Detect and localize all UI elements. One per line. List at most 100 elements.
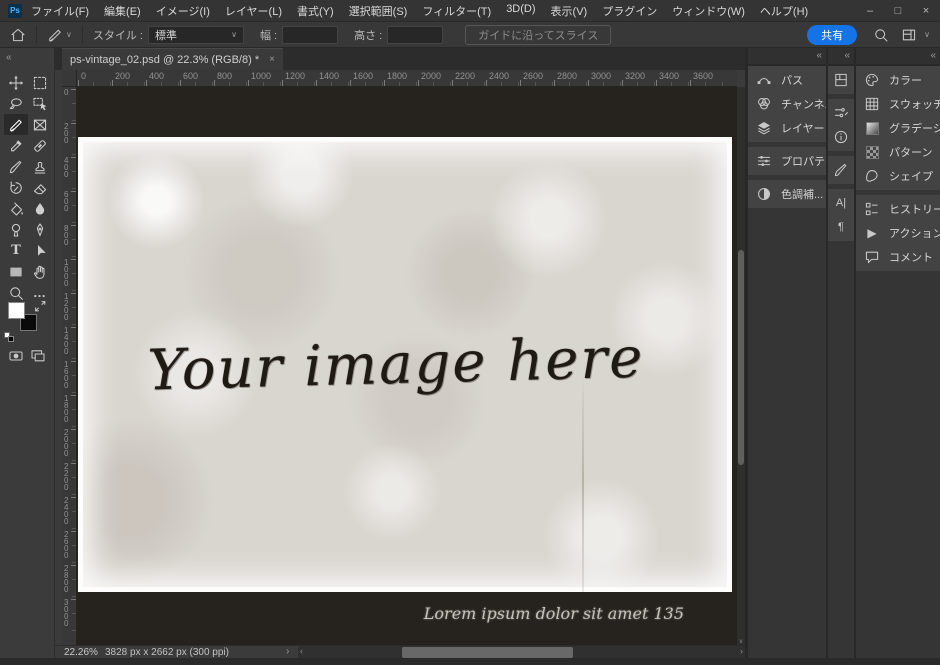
type-tool-icon[interactable]: T xyxy=(4,240,28,261)
blur-tool-icon[interactable] xyxy=(28,198,52,219)
menu-item-0[interactable]: ファイル(F) xyxy=(31,3,89,19)
scroll-left-icon[interactable]: ‹ xyxy=(300,646,303,656)
marquee-tool-icon[interactable] xyxy=(28,72,52,93)
zoom-level[interactable]: 22.26% xyxy=(64,647,98,658)
quick-mask-icon[interactable] xyxy=(8,348,24,364)
menu-item-5[interactable]: 選択範囲(S) xyxy=(349,3,408,19)
panel-button-gradients[interactable]: グラデーシ... xyxy=(856,116,940,140)
style-select[interactable]: 標準 ∨ xyxy=(147,25,244,44)
menu-item-10[interactable]: ウィンドウ(W) xyxy=(672,3,745,19)
image-headline-text: Your image here xyxy=(146,325,646,404)
panel-button-swatches[interactable]: スウォッチ xyxy=(856,92,940,116)
close-button[interactable]: × xyxy=(912,5,940,17)
panel-button-paragraph[interactable]: ¶ xyxy=(828,215,854,239)
spot-healing-tool-icon[interactable] xyxy=(28,135,52,156)
panel-button-adjustments[interactable]: 色調補... xyxy=(748,182,826,206)
panel-label: パス xyxy=(781,75,803,87)
history-brush-tool-icon[interactable] xyxy=(4,177,28,198)
close-tab-icon[interactable]: × xyxy=(269,54,275,65)
menu-item-3[interactable]: レイヤー(L) xyxy=(225,3,282,19)
menu-item-11[interactable]: ヘルプ(H) xyxy=(760,3,808,19)
collapse-panels-icon[interactable]: « xyxy=(844,50,850,61)
slice-tool-icon[interactable] xyxy=(4,114,28,135)
ruler-tick-label: 2400 xyxy=(486,71,509,86)
dock-header: « xyxy=(828,48,854,64)
menu-item-1[interactable]: 編集(E) xyxy=(104,3,141,19)
eyedropper-tool-icon[interactable] xyxy=(4,135,28,156)
collapse-toolbar-icon[interactable]: « xyxy=(6,52,12,63)
panel-button-patterns[interactable]: パターン xyxy=(856,140,940,164)
workspace-switcher-icon[interactable] xyxy=(901,27,917,43)
panel-button-channels[interactable]: チャンネ... xyxy=(748,92,826,116)
screen-mode-icon[interactable] xyxy=(30,348,46,364)
document-tab[interactable]: ps-vintage_02.psd @ 22.3% (RGB/8) * × xyxy=(62,48,283,70)
vertical-scrollbar[interactable]: ∨ xyxy=(737,87,745,645)
collapse-panels-icon[interactable]: « xyxy=(930,50,936,61)
path-selection-tool-icon[interactable] xyxy=(28,240,52,261)
share-button[interactable]: 共有 xyxy=(807,24,858,45)
minimize-button[interactable]: – xyxy=(856,5,884,17)
hand-tool-icon[interactable] xyxy=(28,261,52,282)
dock-column-icons: « A| ¶ xyxy=(828,48,854,658)
panel-button-libraries[interactable] xyxy=(828,68,854,92)
ruler-tick-label: 200 xyxy=(64,123,76,145)
panel-button-character[interactable]: A| xyxy=(828,191,854,215)
panel-button-history[interactable]: ヒストリー xyxy=(856,197,940,221)
slice-width-input[interactable] xyxy=(282,25,339,44)
panel-label: ヒストリー xyxy=(889,204,940,216)
panel-button-layers[interactable]: レイヤー xyxy=(748,116,826,140)
object-selection-tool-icon[interactable] xyxy=(28,93,52,114)
slices-from-guides-button[interactable]: ガイドに沿ってスライス xyxy=(465,24,612,45)
default-colors-icon[interactable] xyxy=(4,332,14,342)
ruler-corner xyxy=(62,70,77,87)
panel-button-paths[interactable]: パス xyxy=(748,68,826,92)
panel-button-brush-settings[interactable] xyxy=(828,101,854,125)
menu-items: ファイル(F) 編集(E) イメージ(I) レイヤー(L) 書式(Y) 選択範囲(S) フィ… xyxy=(31,3,808,19)
canvas-viewport[interactable]: Your image here Lorem ipsum dolor sit am… xyxy=(77,87,737,645)
rectangle-tool-icon[interactable] xyxy=(4,261,28,282)
channels-icon xyxy=(755,96,773,112)
scroll-down-icon[interactable]: ∨ xyxy=(737,638,745,645)
chevron-down-icon: ∨ xyxy=(231,30,237,39)
menu-item-6[interactable]: フィルター(T) xyxy=(422,3,491,19)
horizontal-scrollbar-thumb[interactable] xyxy=(402,647,573,658)
vertical-scrollbar-thumb[interactable] xyxy=(738,250,744,465)
maximize-button[interactable]: □ xyxy=(884,5,912,17)
brush-tool-icon[interactable] xyxy=(4,156,28,177)
menu-item-9[interactable]: プラグイン xyxy=(602,3,657,19)
menu-item-8[interactable]: 表示(V) xyxy=(551,3,588,19)
options-bar: ∨ スタイル : 標準 ∨ 幅 : 高さ : ガイドに沿ってスライス 共有 ∨ xyxy=(0,22,940,48)
home-icon[interactable] xyxy=(10,27,26,43)
frame-tool-icon[interactable] xyxy=(28,114,52,135)
swap-colors-icon[interactable] xyxy=(32,298,48,314)
panel-button-brushes[interactable] xyxy=(828,158,854,182)
panel-button-comments[interactable]: コメント xyxy=(856,245,940,269)
slice-height-input[interactable] xyxy=(387,25,444,44)
ruler-tick-label: 1800 xyxy=(64,395,76,424)
lasso-tool-icon[interactable] xyxy=(4,93,28,114)
slice-tool-preset-icon[interactable] xyxy=(47,27,63,43)
ruler-tick-label: 2200 xyxy=(64,463,76,492)
panel-button-properties[interactable]: プロパティ xyxy=(748,149,826,173)
panel-button-info[interactable] xyxy=(828,125,854,149)
history-icon xyxy=(863,201,881,217)
menu-item-4[interactable]: 書式(Y) xyxy=(297,3,334,19)
eraser-tool-icon[interactable] xyxy=(28,177,52,198)
chevron-down-icon[interactable]: ∨ xyxy=(66,30,72,39)
panel-button-shapes[interactable]: シェイプ xyxy=(856,164,940,188)
pen-tool-icon[interactable] xyxy=(28,219,52,240)
paint-bucket-tool-icon[interactable] xyxy=(4,198,28,219)
status-expand-icon[interactable]: › xyxy=(286,646,289,657)
panel-group xyxy=(828,66,854,94)
panel-button-actions[interactable]: ▶ アクション xyxy=(856,221,940,245)
menu-item-7[interactable]: 3D(D) xyxy=(506,3,535,19)
menu-item-2[interactable]: イメージ(I) xyxy=(156,3,210,19)
search-icon[interactable] xyxy=(873,27,889,43)
clone-stamp-tool-icon[interactable] xyxy=(28,156,52,177)
foreground-color-swatch[interactable] xyxy=(8,302,25,319)
scroll-right-icon[interactable]: › xyxy=(740,646,743,656)
move-tool-icon[interactable] xyxy=(4,72,28,93)
dodge-tool-icon[interactable] xyxy=(4,219,28,240)
panel-button-color[interactable]: カラー xyxy=(856,68,940,92)
collapse-panels-icon[interactable]: « xyxy=(816,50,822,61)
